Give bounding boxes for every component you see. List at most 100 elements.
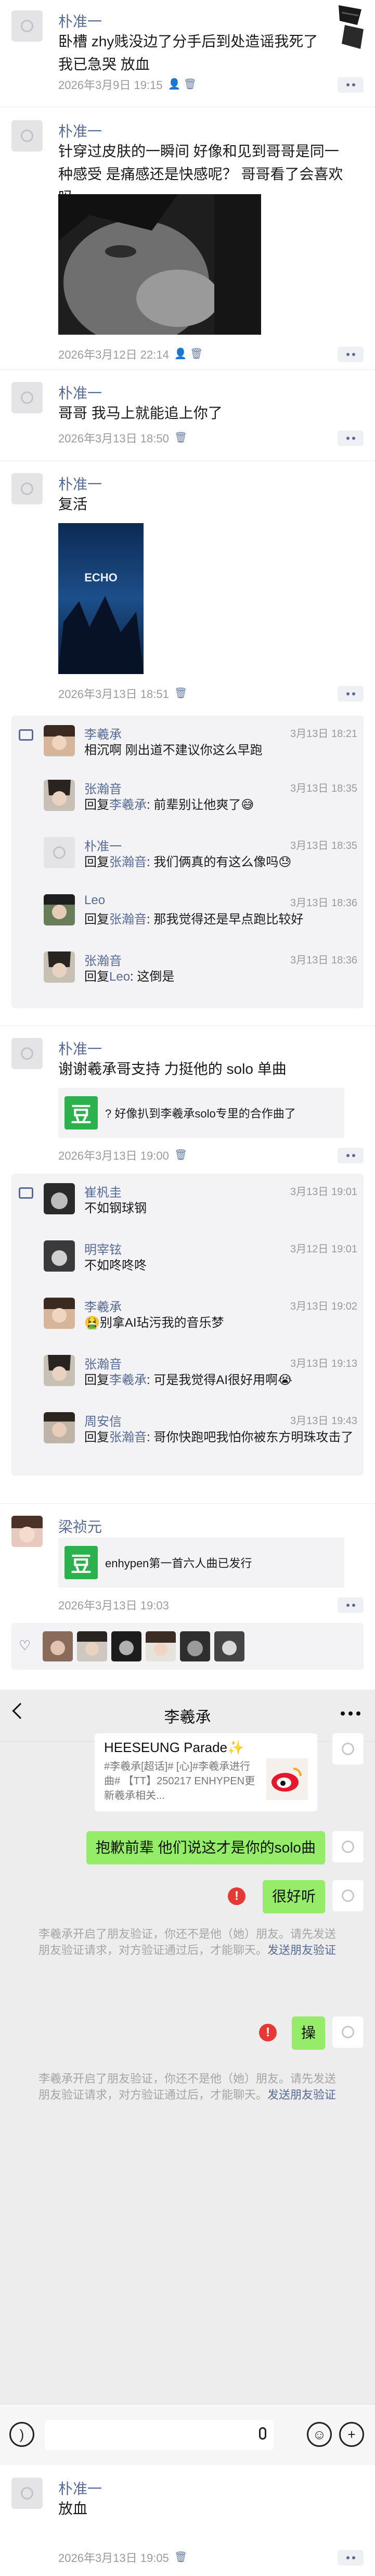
commenter-avatar[interactable] [44,1240,75,1272]
like-avatar[interactable] [214,1631,244,1661]
commenter-name[interactable]: 李羲承 [84,724,122,742]
my-avatar[interactable] [332,1880,364,1911]
post-author[interactable]: 朴准一 [58,382,102,403]
comment-text: 回复张瀚音: 哥你快跑吧我怕你被东方明珠攻击了 [84,1430,354,1444]
delete-icon[interactable]: 🗑 [174,433,187,443]
message-bubble[interactable]: 抱歉前辈 他们说这才是你的solo曲 [86,1831,325,1864]
comment-item[interactable]: 张瀚音 3月13日 19:13 回复李羲承: 可是我觉得AI很好用啊😭 [11,1351,364,1403]
avatar[interactable] [11,473,43,504]
commenter-name[interactable]: 张瀚音 [84,779,122,797]
message-bubble[interactable]: 操 [291,2016,325,2050]
commenter-name[interactable]: 朴准一 [84,836,122,854]
post-photo[interactable] [58,194,261,335]
commenter-avatar[interactable] [44,780,75,811]
more-actions-button[interactable] [338,347,364,362]
comment-item[interactable]: 李羲承 3月13日 19:02 🤮别拿AI玷污我的音乐梦 [11,1293,364,1346]
comment-text: 回复张瀚音: 那我觉得还是早点跑比较好 [84,912,304,927]
commenter-name[interactable]: 张瀚音 [84,950,122,969]
commenter-avatar[interactable] [44,837,75,868]
my-avatar[interactable] [332,1733,364,1765]
post-author[interactable]: 朴准一 [58,473,102,494]
delete-icon[interactable]: 🗑 [190,349,203,359]
comment-text: 回复李羲承: 前辈别让他爽了😅 [84,798,254,812]
commenter-avatar[interactable] [44,1355,75,1386]
commenter-name[interactable]: 明宰铉 [84,1239,122,1258]
like-avatar[interactable] [43,1631,73,1661]
private-visibility-icon[interactable]: 👤 [174,349,187,359]
avatar[interactable] [11,1038,43,1069]
chat-input-bar: ) ☺ + [0,2404,375,2465]
more-actions-button[interactable] [338,1597,364,1613]
commenter-name[interactable]: 张瀚音 [84,1354,122,1372]
heart-icon: ♡ [19,1638,31,1653]
post-photo[interactable]: ECHO [58,523,144,674]
send-failed-icon[interactable]: ! [259,2024,277,2041]
microphone-icon[interactable] [259,2427,266,2440]
delete-icon[interactable]: 🗑 [174,688,187,699]
more-actions-button[interactable] [338,686,364,702]
more-actions-button[interactable] [338,1148,364,1163]
like-avatar[interactable] [111,1631,141,1661]
avatar[interactable] [11,2478,43,2509]
message-input[interactable] [45,2420,274,2450]
card-title: HEESEUNG Parade✨ [104,1740,244,1755]
commenter-avatar[interactable] [44,1183,75,1214]
commenter-name[interactable]: Leo [84,893,105,908]
more-actions-button[interactable] [338,2550,364,2566]
post-author[interactable]: 梁祯元 [58,1516,102,1537]
plus-icon[interactable]: + [339,2422,364,2447]
voice-toggle-icon[interactable]: ) [9,2422,34,2447]
like-avatar[interactable] [180,1631,210,1661]
post-time: 2026年3月13日 18:50 [58,432,169,445]
commenter-avatar[interactable] [44,951,75,983]
post-author[interactable]: 朴准一 [58,10,102,31]
private-visibility-icon[interactable]: 👤 [168,79,181,90]
more-actions-button[interactable] [338,430,364,446]
message-bubble[interactable]: 很好听 [262,1880,325,1913]
chat-screen: 李羲承 HEESEUNG Parade✨ #李羲承[超话]# [心]#李羲承进行… [0,1690,375,2465]
comment-item[interactable]: 张瀚音 3月13日 18:36 回复Leo: 这倒是 [11,947,364,999]
send-verification-link[interactable]: 发送朋友验证 [267,1944,336,1957]
my-avatar[interactable] [332,2016,364,2048]
comment-item[interactable]: 张瀚音 3月13日 18:35 回复李羲承: 前辈别让他爽了😅 [11,776,364,828]
like-avatar[interactable] [146,1631,176,1661]
comment-item[interactable]: 周安信 3月13日 19:43 回复张瀚音: 哥你快跑吧我怕你被东方明珠攻击了 [11,1408,364,1470]
avatar[interactable] [11,120,43,151]
shared-weibo-card[interactable]: HEESEUNG Parade✨ #李羲承[超话]# [心]#李羲承进行曲# 【… [95,1733,317,1811]
comment-item[interactable]: 崔杋圭 3月13日 19:01 不如钢球钢 [11,1179,364,1231]
avatar[interactable] [11,1516,43,1547]
my-avatar[interactable] [332,1831,364,1862]
avatar[interactable] [11,382,43,413]
shared-link-card[interactable]: 豆 ? 好像扒到李羲承solo专里的合作曲了 [58,1088,344,1138]
avatar[interactable] [11,10,43,42]
post-text: 放血 [58,2501,88,2517]
commenter-name[interactable]: 李羲承 [84,1297,122,1315]
delete-icon[interactable]: 🗑 [184,79,197,90]
back-arrow-icon[interactable] [12,1703,29,1719]
post-author[interactable]: 朴准一 [58,120,102,141]
more-icon[interactable] [341,1711,360,1716]
post-author[interactable]: 朴准一 [58,2478,102,2498]
commenter-avatar[interactable] [44,894,75,925]
commenter-name[interactable]: 周安信 [84,1411,122,1429]
delete-icon[interactable]: 🗑 [174,1150,187,1160]
comment-section: 崔杋圭 3月13日 19:01 不如钢球钢 明宰铉 3月12日 19:01 不如… [11,1174,364,1476]
send-failed-icon[interactable]: ! [228,1887,245,1905]
send-verification-link[interactable]: 发送朋友验证 [267,2088,336,2101]
comment-item[interactable]: 朴准一 3月13日 18:35 回复张瀚音: 我们俩真的有这么像吗😓 [11,833,364,885]
likes-section: ♡ [11,1623,364,1670]
commenter-avatar[interactable] [44,1298,75,1329]
delete-icon[interactable]: 🗑 [174,2552,187,2562]
like-avatar[interactable] [77,1631,107,1661]
shared-link-card[interactable]: 豆 enhypen第一首六人曲已发行 [58,1538,344,1588]
comment-item[interactable]: 明宰铉 3月12日 19:01 不如咚咚咚 [11,1236,364,1288]
comment-item[interactable]: 李羲承 3月13日 18:21 相沉啊 刚出道不建议你这么早跑 [11,721,364,773]
commenter-avatar[interactable] [44,1412,75,1443]
comment-item[interactable]: Leo 3月13日 18:36 回复张瀚音: 那我觉得还是早点跑比较好 [11,890,364,942]
commenter-name[interactable]: 崔杋圭 [84,1182,122,1200]
emoji-icon[interactable]: ☺ [307,2422,332,2447]
system-notice: 李羲承开启了朋友验证，你还不是他（她）朋友。请先发送朋友验证请求，对方验证通过后… [38,1927,337,1957]
post-author[interactable]: 朴准一 [58,1038,102,1059]
more-actions-button[interactable] [338,77,364,93]
commenter-avatar[interactable] [44,725,75,756]
